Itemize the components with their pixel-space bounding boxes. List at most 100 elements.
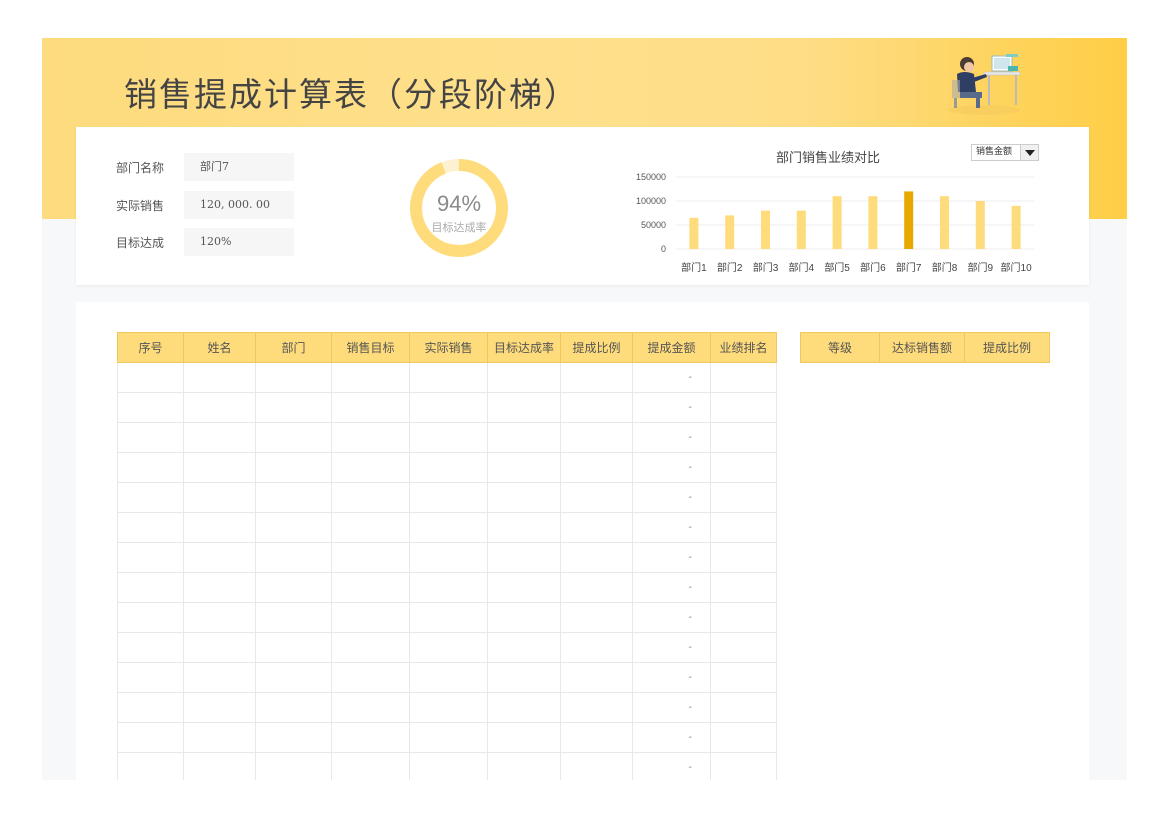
table-cell[interactable] (560, 662, 633, 693)
table-cell[interactable] (117, 482, 184, 513)
table-cell[interactable] (255, 392, 332, 423)
table-cell[interactable]: - (632, 362, 711, 393)
table-cell[interactable] (710, 752, 777, 780)
rate-value[interactable]: 120% (184, 228, 294, 256)
table-cell[interactable] (710, 362, 777, 393)
table-cell[interactable] (560, 422, 633, 453)
table-cell[interactable] (409, 632, 488, 663)
table-cell[interactable] (183, 692, 256, 723)
table-cell[interactable] (117, 662, 184, 693)
table-cell[interactable] (117, 692, 184, 723)
table-cell[interactable] (487, 452, 561, 483)
table-cell[interactable] (183, 362, 256, 393)
column-header[interactable]: 序号 (117, 332, 184, 363)
tier-column-header[interactable]: 提成比例 (964, 332, 1050, 363)
table-cell[interactable] (331, 632, 410, 663)
table-cell[interactable] (710, 512, 777, 543)
table-cell[interactable] (409, 572, 488, 603)
metric-dropdown[interactable]: 销售金额 (971, 144, 1039, 161)
table-cell[interactable] (183, 602, 256, 633)
table-cell[interactable] (183, 572, 256, 603)
table-cell[interactable] (117, 392, 184, 423)
chevron-down-icon[interactable] (1020, 145, 1038, 160)
table-cell[interactable] (331, 602, 410, 633)
table-cell[interactable] (710, 482, 777, 513)
table-cell[interactable] (255, 542, 332, 573)
table-cell[interactable] (331, 452, 410, 483)
table-cell[interactable] (560, 542, 633, 573)
table-cell[interactable] (331, 392, 410, 423)
table-cell[interactable] (117, 362, 184, 393)
column-header[interactable]: 目标达成率 (487, 332, 561, 363)
table-cell[interactable] (487, 542, 561, 573)
table-cell[interactable] (409, 542, 488, 573)
table-cell[interactable] (183, 662, 256, 693)
table-cell[interactable] (409, 512, 488, 543)
table-cell[interactable] (117, 602, 184, 633)
table-cell[interactable] (255, 512, 332, 543)
table-cell[interactable] (710, 692, 777, 723)
table-cell[interactable] (487, 392, 561, 423)
table-cell[interactable] (560, 482, 633, 513)
table-cell[interactable] (409, 392, 488, 423)
table-cell[interactable]: - (632, 722, 711, 753)
table-cell[interactable]: - (632, 692, 711, 723)
table-cell[interactable] (560, 512, 633, 543)
table-cell[interactable] (560, 452, 633, 483)
table-cell[interactable] (710, 722, 777, 753)
table-cell[interactable] (487, 692, 561, 723)
column-header[interactable]: 姓名 (183, 332, 256, 363)
table-cell[interactable] (710, 602, 777, 633)
column-header[interactable]: 提成金额 (632, 332, 711, 363)
table-cell[interactable] (560, 602, 633, 633)
column-header[interactable]: 实际销售 (409, 332, 488, 363)
table-cell[interactable] (183, 482, 256, 513)
column-header[interactable]: 提成比例 (560, 332, 633, 363)
table-cell[interactable] (560, 692, 633, 723)
table-cell[interactable] (255, 602, 332, 633)
table-cell[interactable] (331, 722, 410, 753)
table-cell[interactable] (331, 362, 410, 393)
table-cell[interactable]: - (632, 662, 711, 693)
table-cell[interactable] (183, 722, 256, 753)
table-cell[interactable] (255, 692, 332, 723)
table-cell[interactable]: - (632, 452, 711, 483)
table-cell[interactable] (183, 392, 256, 423)
table-cell[interactable] (183, 512, 256, 543)
table-cell[interactable] (117, 512, 184, 543)
table-cell[interactable] (560, 392, 633, 423)
table-cell[interactable]: - (632, 572, 711, 603)
table-cell[interactable] (255, 752, 332, 780)
table-cell[interactable] (487, 752, 561, 780)
table-cell[interactable] (710, 452, 777, 483)
table-cell[interactable] (560, 362, 633, 393)
table-cell[interactable] (710, 572, 777, 603)
table-cell[interactable] (487, 572, 561, 603)
table-cell[interactable] (487, 422, 561, 453)
table-cell[interactable] (255, 452, 332, 483)
table-cell[interactable] (710, 422, 777, 453)
table-cell[interactable] (560, 572, 633, 603)
table-cell[interactable]: - (632, 602, 711, 633)
table-cell[interactable] (183, 452, 256, 483)
table-cell[interactable] (409, 662, 488, 693)
table-cell[interactable]: - (632, 632, 711, 663)
table-cell[interactable] (331, 572, 410, 603)
table-cell[interactable] (117, 542, 184, 573)
table-cell[interactable]: - (632, 392, 711, 423)
table-cell[interactable]: - (632, 752, 711, 780)
sales-value[interactable]: 120, 000. 00 (184, 191, 294, 219)
table-cell[interactable] (255, 482, 332, 513)
table-cell[interactable] (487, 722, 561, 753)
table-cell[interactable] (409, 692, 488, 723)
table-cell[interactable] (331, 542, 410, 573)
table-cell[interactable] (560, 722, 633, 753)
table-cell[interactable] (560, 632, 633, 663)
table-cell[interactable] (117, 422, 184, 453)
column-header[interactable]: 业绩排名 (710, 332, 777, 363)
table-cell[interactable] (183, 422, 256, 453)
table-cell[interactable] (409, 752, 488, 780)
table-cell[interactable]: - (632, 482, 711, 513)
table-cell[interactable] (331, 662, 410, 693)
table-cell[interactable] (117, 572, 184, 603)
